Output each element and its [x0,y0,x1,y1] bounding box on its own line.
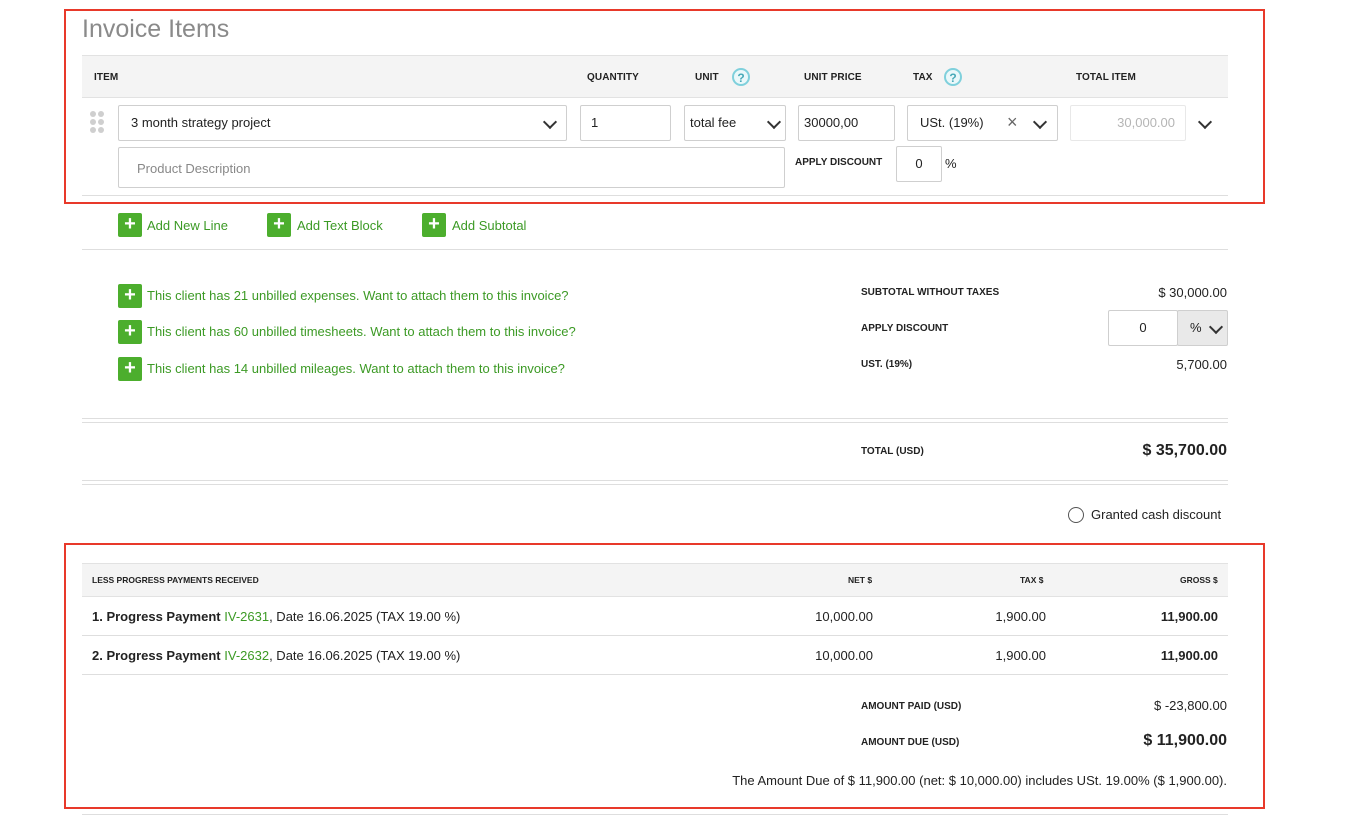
tax-clear-icon[interactable]: × [1007,113,1018,131]
add-text-block-plus-icon[interactable]: + [267,213,291,237]
progress-row-divider [82,674,1228,675]
header-total-item: TOTAL ITEM [1076,72,1136,83]
subtotal-label: SUBTOTAL WITHOUT TAXES [861,287,1000,298]
progress-row-net: 10,000.00 [815,648,873,663]
progress-row-invoice-link[interactable]: IV-2632 [224,648,269,663]
total-top-divider-1 [82,418,1228,419]
tax-help-icon[interactable]: ? [944,68,962,86]
product-select[interactable]: 3 month strategy project [118,105,567,141]
progress-row-divider [82,635,1228,636]
tax-summary-value: 5,700.00 [1176,357,1227,372]
description-placeholder: Product Description [137,161,251,176]
add-new-line-plus-icon[interactable]: + [118,213,142,237]
amount-paid-label: AMOUNT PAID (USD) [861,701,962,712]
subtotal-value: $ 30,000.00 [1158,285,1227,300]
progress-row-gross: 11,900.00 [1160,648,1218,663]
progress-row-gross: 11,900.00 [1160,609,1218,624]
unbilled-expenses-plus-icon[interactable]: + [118,284,142,308]
quantity-input[interactable]: 1 [580,105,671,141]
amount-due-note: The Amount Due of $ 11,900.00 (net: $ 10… [732,773,1227,788]
header-quantity: QUANTITY [587,72,639,83]
total-bottom-divider-1 [82,480,1228,481]
unit-help-icon[interactable]: ? [732,68,750,86]
header-item: ITEM [94,72,119,83]
tax-select-value: USt. (19%) [920,115,984,130]
progress-row-title: 1. Progress Payment [92,609,221,624]
total-item-value: 30,000.00 [1117,115,1175,130]
progress-row-tax: 1,900.00 [995,609,1046,624]
progress-header-tax: TAX $ [1020,575,1044,585]
total-item-field: 30,000.00 [1070,105,1186,141]
add-new-line-button[interactable]: Add New Line [147,218,228,233]
progress-header-description: LESS PROGRESS PAYMENTS RECEIVED [92,575,259,585]
bottom-divider [82,814,1228,815]
progress-row-title: 2. Progress Payment [92,648,221,663]
header-tax: TAX [913,72,933,83]
page-title: Invoice Items [82,15,230,43]
amount-paid-value: $ -23,800.00 [1153,698,1227,713]
add-subtotal-button[interactable]: Add Subtotal [452,218,526,233]
items-table-header [82,55,1228,98]
progress-row-details: , Date 16.06.2025 (TAX 19.00 %) [269,648,461,663]
unbilled-mileages-link[interactable]: This client has 14 unbilled mileages. Wa… [147,361,565,376]
items-divider [82,195,1228,196]
cash-discount-label[interactable]: Granted cash discount [1091,507,1221,522]
summary-discount-label: APPLY DISCOUNT [861,323,949,334]
amount-due-value: $ 11,900.00 [1143,732,1227,749]
progress-row-details: , Date 16.06.2025 (TAX 19.00 %) [269,609,461,624]
progress-row-tax: 1,900.00 [995,648,1046,663]
unit-select-value: total fee [690,115,737,130]
add-text-block-button[interactable]: Add Text Block [297,218,383,233]
line-discount-unit: % [945,156,957,171]
line-discount-label: APPLY DISCOUNT [795,157,883,168]
unbilled-timesheets-link[interactable]: This client has 60 unbilled timesheets. … [147,324,576,339]
unbilled-expenses-link[interactable]: This client has 21 unbilled expenses. Wa… [147,288,569,303]
row-expand-chevron-down-icon[interactable] [1197,114,1213,130]
header-unit: UNIT [695,72,719,83]
total-label: TOTAL (USD) [861,446,924,457]
progress-row: 1. Progress Payment IV-2631, Date 16.06.… [92,609,460,624]
progress-row: 2. Progress Payment IV-2632, Date 16.06.… [92,648,460,663]
summary-discount-input[interactable]: 0 [1108,310,1178,346]
unit-price-input[interactable]: 30000,00 [798,105,895,141]
total-value: $ 35,700.00 [1142,442,1227,459]
total-bottom-divider-2 [82,484,1228,485]
actions-divider [82,249,1228,250]
progress-header-gross: GROSS $ [1180,575,1218,585]
summary-discount-unit-value: % [1190,320,1202,335]
amount-due-label: AMOUNT DUE (USD) [861,737,960,748]
progress-header-net: NET $ [848,575,873,585]
product-description-input[interactable]: Product Description [118,147,785,188]
total-top-divider-2 [82,422,1228,423]
unbilled-timesheets-plus-icon[interactable]: + [118,320,142,344]
product-select-value: 3 month strategy project [131,115,271,130]
progress-row-invoice-link[interactable]: IV-2631 [224,609,269,624]
drag-handle-icon[interactable] [89,110,105,136]
unbilled-mileages-plus-icon[interactable]: + [118,357,142,381]
cash-discount-checkbox[interactable] [1068,507,1084,523]
line-discount-input[interactable]: 0 [896,146,942,182]
tax-summary-label: UST. (19%) [861,359,913,370]
add-subtotal-plus-icon[interactable]: + [422,213,446,237]
progress-row-net: 10,000.00 [815,609,873,624]
header-unit-price: UNIT PRICE [804,72,862,83]
